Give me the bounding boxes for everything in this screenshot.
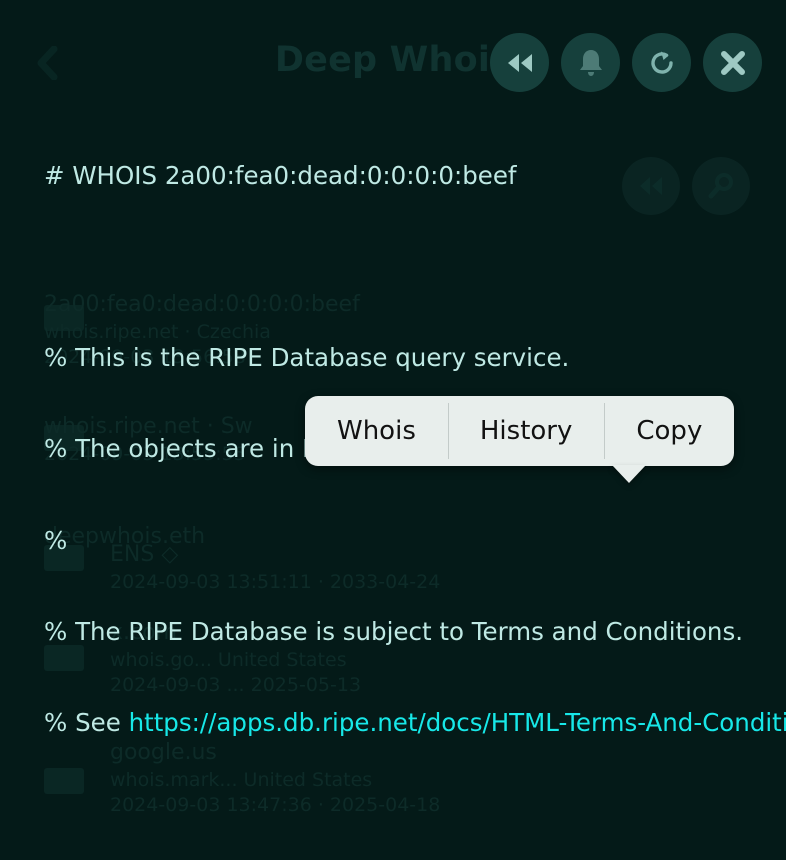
bell-icon bbox=[579, 49, 602, 76]
context-menu-item-whois[interactable]: Whois bbox=[305, 396, 448, 466]
output-line: % bbox=[44, 525, 68, 555]
rewind-icon bbox=[507, 53, 532, 72]
output-line: # WHOIS 2a00:fea0:dead:0:0:0:0:beef bbox=[44, 160, 517, 190]
output-line: % The RIPE Database is subject to Terms … bbox=[44, 616, 744, 646]
deep-whois-screen: Deep Whois 2a00:fea0:dead:0:0:0:0:beef w… bbox=[0, 0, 786, 860]
rewind-button[interactable] bbox=[490, 33, 549, 92]
output-line-prefix: % See bbox=[44, 708, 129, 738]
header-actions bbox=[490, 33, 762, 92]
context-menu: Whois History Copy bbox=[305, 396, 735, 466]
back-chevron-icon bbox=[34, 45, 60, 81]
notifications-button[interactable] bbox=[561, 33, 620, 92]
refresh-icon bbox=[650, 51, 673, 74]
context-menu-item-history[interactable]: History bbox=[447, 396, 605, 466]
close-icon bbox=[720, 50, 745, 75]
terms-and-conditions-link[interactable]: https://apps.db.ripe.net/docs/HTML-Terms… bbox=[129, 708, 786, 737]
output-blank-line bbox=[44, 252, 786, 282]
output-blank-line bbox=[44, 799, 786, 829]
output-line: % This is the RIPE Database query servic… bbox=[44, 343, 570, 373]
whois-output[interactable]: # WHOIS 2a00:fea0:dead:0:0:0:0:beef % Th… bbox=[0, 100, 786, 860]
close-button[interactable] bbox=[703, 33, 762, 92]
output-line-with-url: % See https://apps.db.ripe.net/docs/HTML… bbox=[44, 708, 786, 738]
context-menu-arrow bbox=[612, 465, 646, 483]
context-menu-item-copy[interactable]: Copy bbox=[604, 396, 734, 466]
refresh-button[interactable] bbox=[632, 33, 691, 92]
